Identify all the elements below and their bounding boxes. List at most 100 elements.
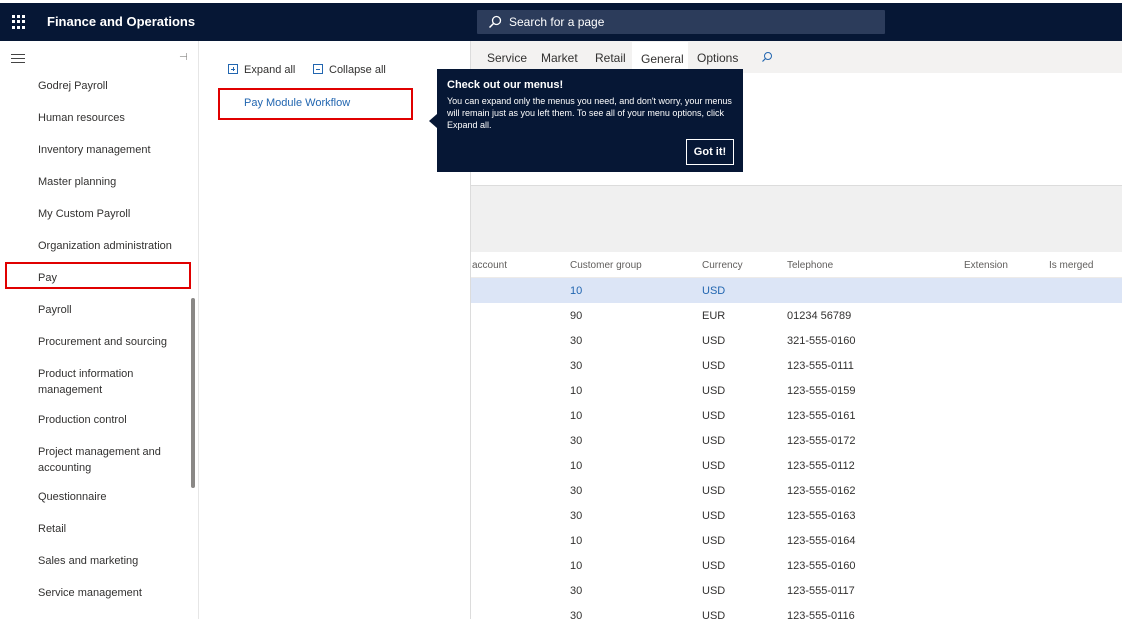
teaching-bubble-text: You can expand only the menus you need, … [447, 96, 732, 130]
table-row[interactable]: 10 USD 123-555-0164 [471, 528, 1122, 553]
table-row[interactable]: 30 USD 123-555-0163 [471, 503, 1122, 528]
table-row[interactable]: 30 USD 123-555-0162 [471, 478, 1122, 503]
nav-item-production-control[interactable]: Production control [38, 412, 178, 428]
table-row[interactable]: 10 USD 123-555-0160 [471, 553, 1122, 578]
collapse-icon [313, 64, 323, 74]
col-header-currency[interactable]: Currency [702, 260, 743, 271]
cell-customer-group: 30 [570, 585, 583, 597]
nav-scrollbar[interactable] [191, 298, 195, 488]
cell-customer-group: 10 [570, 560, 583, 572]
cell-telephone: 321-555-0160 [787, 335, 856, 347]
cell-customer-group: 10 [570, 410, 583, 422]
cell-customer-group: 30 [570, 510, 583, 522]
tab-options[interactable]: Options [697, 51, 738, 65]
got-it-button[interactable]: Got it! [686, 139, 734, 165]
expand-all-label: Expand all [244, 64, 296, 76]
cell-customer-group: 10 [570, 535, 583, 547]
collapse-all-label: Collapse all [329, 64, 386, 76]
table-row[interactable]: 30 USD 123-555-0116 [471, 603, 1122, 619]
col-header-is-merged[interactable]: Is merged [1049, 260, 1093, 271]
cell-currency: USD [702, 385, 726, 397]
cell-currency: USD [702, 410, 726, 422]
cell-telephone: 123-555-0162 [787, 485, 856, 497]
table-row[interactable]: 10 USD 123-555-0112 [471, 453, 1122, 478]
cell-customer-group: 90 [570, 310, 583, 322]
cell-currency: USD [702, 360, 726, 372]
top-bar: Finance and Operations Search for a page [0, 3, 1122, 41]
cell-telephone: 123-555-0172 [787, 435, 856, 447]
table-row[interactable]: 10 USD [471, 278, 1122, 303]
cell-currency: USD [702, 435, 726, 447]
table-row[interactable]: 30 USD 321-555-0160 [471, 328, 1122, 353]
tab-retail[interactable]: Retail [595, 51, 626, 65]
table-row[interactable]: 30 USD 123-555-0172 [471, 428, 1122, 453]
table-row[interactable]: 30 USD 123-555-0117 [471, 578, 1122, 603]
tab-market[interactable]: Market [541, 51, 578, 65]
nav-item-godrej-payroll[interactable]: Godrej Payroll [38, 78, 178, 94]
cell-currency: USD [702, 610, 726, 619]
cell-currency: USD [702, 510, 726, 522]
nav-item-my-custom-payroll[interactable]: My Custom Payroll [38, 206, 178, 222]
search-box[interactable]: Search for a page [477, 10, 885, 34]
tab-search-icon[interactable] [761, 51, 773, 63]
cell-currency: EUR [702, 310, 726, 322]
col-header-extension[interactable]: Extension [964, 260, 1008, 271]
cell-telephone: 123-555-0161 [787, 410, 856, 422]
col-header-customer-group[interactable]: Customer group [570, 260, 642, 271]
hamburger-menu-icon[interactable] [11, 54, 25, 64]
cell-currency: USD [702, 535, 726, 547]
cell-customer-group: 30 [570, 335, 583, 347]
nav-item-pay[interactable]: Pay [38, 270, 178, 286]
nav-item-inventory-management[interactable]: Inventory management [38, 142, 178, 158]
nav-item-master-planning[interactable]: Master planning [38, 174, 178, 190]
tab-service[interactable]: Service [487, 51, 527, 65]
search-placeholder: Search for a page [509, 15, 605, 29]
tab-general[interactable]: General [641, 52, 684, 66]
pay-module-workflow-link[interactable]: Pay Module Workflow [244, 97, 350, 109]
table-row[interactable]: 10 USD 123-555-0161 [471, 403, 1122, 428]
table-row[interactable]: 10 USD 123-555-0159 [471, 378, 1122, 403]
teaching-bubble: Check out our menus! You can expand only… [437, 69, 743, 172]
col-header-telephone[interactable]: Telephone [787, 260, 833, 271]
nav-item-procurement-and-sourcing[interactable]: Procurement and sourcing [38, 334, 178, 350]
nav-item-service-management[interactable]: Service management [38, 585, 178, 601]
cell-currency: USD [702, 285, 726, 297]
cell-telephone: 123-555-0117 [787, 585, 855, 597]
col-header-account[interactable]: account [472, 260, 507, 271]
cell-currency: USD [702, 335, 726, 347]
nav-item-organization-administration[interactable]: Organization administration [38, 238, 188, 254]
nav-item-sales-and-marketing[interactable]: Sales and marketing [38, 553, 178, 569]
cell-customer-group: 30 [570, 435, 583, 447]
nav-item-payroll[interactable]: Payroll [38, 302, 178, 318]
cell-customer-group: 30 [570, 610, 583, 619]
cell-customer-group: 10 [570, 285, 583, 297]
nav-item-project-management-and-accounting[interactable]: Project management and accounting [38, 444, 168, 476]
pin-icon[interactable]: ⊣ [179, 52, 188, 63]
cell-telephone: 123-555-0159 [787, 385, 856, 397]
cell-currency: USD [702, 560, 726, 572]
cell-telephone: 123-555-0116 [787, 610, 855, 619]
cell-currency: USD [702, 485, 726, 497]
cell-telephone: 123-555-0164 [787, 535, 856, 547]
search-icon [488, 15, 502, 29]
cell-telephone: 01234 56789 [787, 310, 852, 322]
table-row[interactable]: 30 USD 123-555-0111 [471, 353, 1122, 378]
collapse-all-button[interactable]: Collapse all [313, 64, 386, 76]
app-launcher-icon[interactable] [12, 15, 26, 29]
cell-telephone: 123-555-0112 [787, 460, 855, 472]
expand-icon [228, 64, 238, 74]
teaching-bubble-beak [429, 114, 437, 128]
expand-all-button[interactable]: Expand all [228, 64, 295, 76]
cell-customer-group: 10 [570, 460, 583, 472]
cell-telephone: 123-555-0111 [787, 360, 854, 372]
cell-currency: USD [702, 460, 726, 472]
cell-customer-group: 10 [570, 385, 583, 397]
teaching-bubble-title: Check out our menus! [447, 79, 564, 91]
nav-item-questionnaire[interactable]: Questionnaire [38, 489, 178, 505]
nav-item-product-information-management[interactable]: Product information management [38, 366, 158, 398]
nav-item-retail[interactable]: Retail [38, 521, 178, 537]
table-row[interactable]: 90 EUR 01234 56789 [471, 303, 1122, 328]
filter-band [471, 185, 1122, 252]
nav-item-human-resources[interactable]: Human resources [38, 110, 178, 126]
app-title[interactable]: Finance and Operations [47, 14, 195, 29]
